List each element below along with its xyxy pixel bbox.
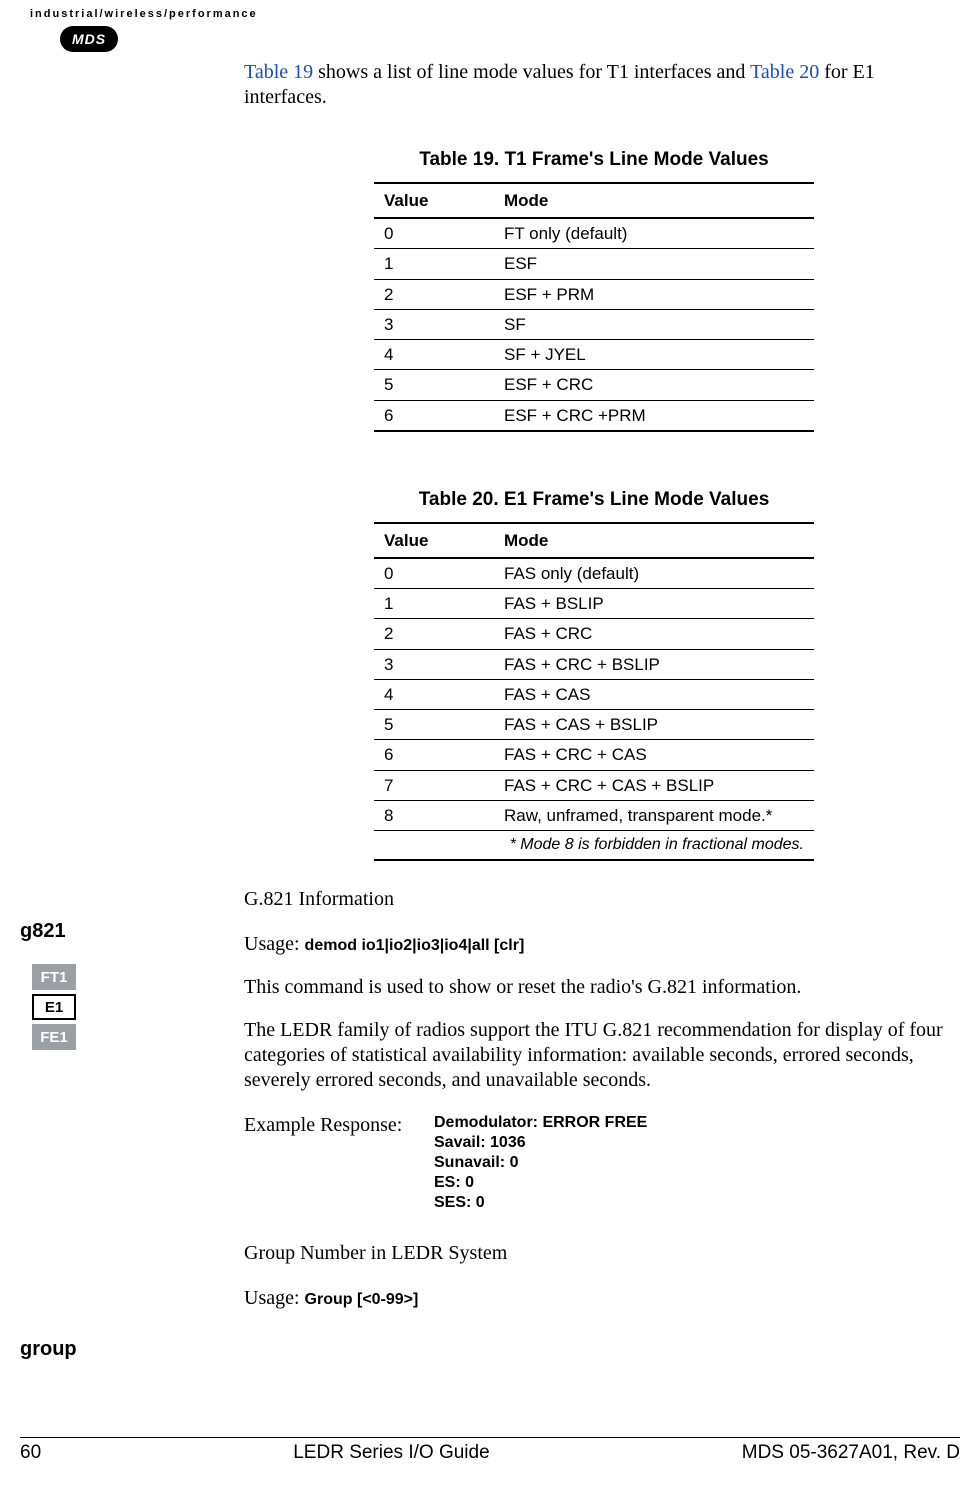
badge-e1: E1: [32, 994, 76, 1020]
table19-header-value: Value: [374, 183, 494, 218]
table20-footnote: * Mode 8 is forbidden in fractional mode…: [374, 831, 814, 861]
table-row: 5FAS + CAS + BSLIP: [374, 710, 814, 740]
page-footer: 60 LEDR Series I/O Guide MDS 05-3627A01,…: [20, 1437, 960, 1464]
table-row: 5ESF + CRC: [374, 370, 814, 400]
footer-doc-title: LEDR Series I/O Guide: [293, 1442, 489, 1464]
header-tagline: industrial/wireless/performance: [30, 8, 258, 20]
g821-usage: Usage: demod io1|io2|io3|io4|all [clr]: [244, 932, 944, 957]
table-row: 0FAS only (default): [374, 558, 814, 589]
table20-caption: Table 20. E1 Frame's Line Mode Values: [244, 488, 944, 512]
table20-header-value: Value: [374, 523, 494, 558]
table-row: 6ESF + CRC +PRM: [374, 400, 814, 431]
table20-link[interactable]: Table 20: [750, 61, 819, 83]
g821-title: G.821 Information: [244, 887, 944, 912]
brand-logo: MDS: [60, 26, 118, 52]
table-row: 4FAS + CAS: [374, 679, 814, 709]
group-label: group: [20, 1338, 230, 1361]
g821-example: Example Response: Demodulator: ERROR FRE…: [244, 1113, 944, 1213]
table-row: 6FAS + CRC + CAS: [374, 740, 814, 770]
g821-desc2: The LEDR family of radios support the IT…: [244, 1018, 944, 1093]
table-row: 4SF + JYEL: [374, 340, 814, 370]
group-usage: Usage: Group [<0-99>]: [244, 1286, 944, 1311]
g821-label: g821: [20, 920, 230, 943]
badge-ft1: FT1: [32, 964, 76, 990]
footer-page-number: 60: [20, 1442, 41, 1464]
table19: Value Mode 0FT only (default) 1ESF 2ESF …: [374, 182, 814, 432]
footer-doc-id: MDS 05-3627A01, Rev. D: [742, 1442, 960, 1464]
table19-header-mode: Mode: [494, 183, 814, 218]
table-row: 8Raw, unframed, transparent mode.*: [374, 800, 814, 830]
table-row: 3FAS + CRC + BSLIP: [374, 649, 814, 679]
table-row: 1ESF: [374, 249, 814, 279]
table20: Value Mode 0FAS only (default) 1FAS + BS…: [374, 522, 814, 862]
table20-header-mode: Mode: [494, 523, 814, 558]
intro-paragraph: Table 19 shows a list of line mode value…: [244, 60, 944, 110]
table19-link[interactable]: Table 19: [244, 61, 313, 83]
group-title: Group Number in LEDR System: [244, 1241, 944, 1266]
table-row: 3SF: [374, 309, 814, 339]
table-row: 1FAS + BSLIP: [374, 589, 814, 619]
badge-fe1: FE1: [32, 1024, 76, 1050]
table-row: 7FAS + CRC + CAS + BSLIP: [374, 770, 814, 800]
g821-desc1: This command is used to show or reset th…: [244, 975, 944, 1000]
table19-caption: Table 19. T1 Frame's Line Mode Values: [244, 148, 944, 172]
table-row: 2FAS + CRC: [374, 619, 814, 649]
table-row: 0FT only (default): [374, 218, 814, 249]
table-row: 2ESF + PRM: [374, 279, 814, 309]
